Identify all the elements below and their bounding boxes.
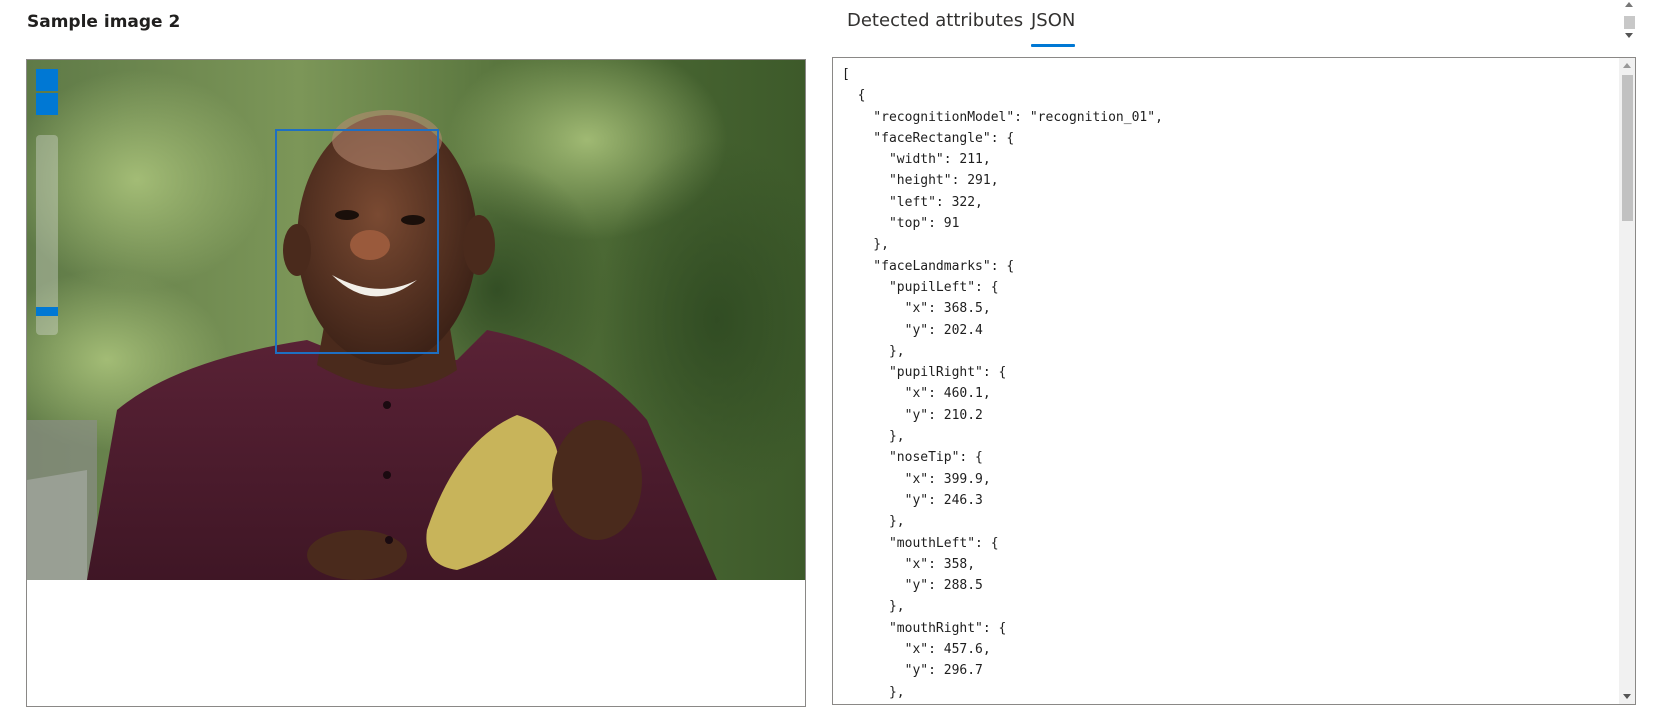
json-line: "noseTip": { bbox=[842, 450, 983, 466]
json-line: "x": 358, bbox=[842, 556, 976, 572]
tab-detected-attributes[interactable]: Detected attributes bbox=[847, 10, 1023, 31]
json-line: "y": 202.4 bbox=[842, 322, 983, 338]
json-line: "x": 368.5, bbox=[842, 301, 991, 317]
sample-image-title: Sample image 2 bbox=[27, 12, 181, 32]
json-line: "faceLandmarks": { bbox=[842, 258, 1015, 274]
sample-photo bbox=[27, 60, 805, 580]
json-line: "y": 288.5 bbox=[842, 578, 983, 594]
json-line: "height": 291, bbox=[842, 173, 999, 189]
zoom-in-button[interactable] bbox=[36, 69, 58, 91]
json-line: { bbox=[842, 88, 866, 104]
json-line: "y": 246.3 bbox=[842, 492, 983, 508]
tab-json-label: JSON bbox=[1031, 10, 1076, 31]
json-line: "x": 457.6, bbox=[842, 642, 991, 658]
json-line: "x": 399.9, bbox=[842, 471, 991, 487]
json-line: [ bbox=[842, 67, 850, 82]
json-line: "pupilRight": { bbox=[842, 365, 1007, 381]
json-output-panel[interactable]: [ { "recognitionModel": "recognition_01"… bbox=[832, 57, 1636, 705]
json-line: "left": 322, bbox=[842, 194, 983, 210]
tab-json[interactable]: JSON bbox=[1031, 10, 1076, 47]
json-line: }, bbox=[842, 514, 905, 530]
json-line: }, bbox=[842, 237, 889, 253]
scroll-up-arrow-icon[interactable] bbox=[1625, 2, 1633, 7]
json-scroll-thumb[interactable] bbox=[1622, 75, 1633, 221]
selected-tab-indicator bbox=[1031, 44, 1076, 47]
json-line: "mouthLeft": { bbox=[842, 535, 999, 551]
zoom-slider-thumb[interactable] bbox=[36, 307, 58, 316]
json-line: }, bbox=[842, 684, 905, 700]
json-line: "mouthRight": { bbox=[842, 620, 1007, 636]
json-line: "width": 211, bbox=[842, 152, 991, 168]
json-line: "faceRectangle": { bbox=[842, 130, 1015, 146]
zoom-slider-track[interactable] bbox=[36, 135, 58, 335]
scroll-down-arrow-icon[interactable] bbox=[1623, 694, 1631, 699]
json-line: }, bbox=[842, 343, 905, 359]
json-line: "y": 296.7 bbox=[842, 663, 983, 679]
image-viewer bbox=[26, 59, 806, 707]
page-scrollbar[interactable] bbox=[1622, 0, 1636, 44]
json-output-text: [ { "recognitionModel": "recognition_01"… bbox=[842, 64, 1163, 703]
json-line: "top": 91 bbox=[842, 216, 960, 232]
json-line: }, bbox=[842, 429, 905, 445]
json-line: "y": 210.2 bbox=[842, 407, 983, 423]
json-line: "pupilLeft": { bbox=[842, 279, 999, 295]
scroll-thumb[interactable] bbox=[1624, 16, 1635, 29]
zoom-out-button[interactable] bbox=[36, 93, 58, 115]
json-line: "recognitionModel": "recognition_01", bbox=[842, 109, 1163, 125]
scroll-down-arrow-icon[interactable] bbox=[1625, 33, 1633, 38]
json-line: "x": 460.1, bbox=[842, 386, 991, 402]
json-line: }, bbox=[842, 599, 905, 615]
json-scrollbar[interactable] bbox=[1619, 58, 1635, 704]
scroll-up-arrow-icon[interactable] bbox=[1623, 63, 1631, 68]
